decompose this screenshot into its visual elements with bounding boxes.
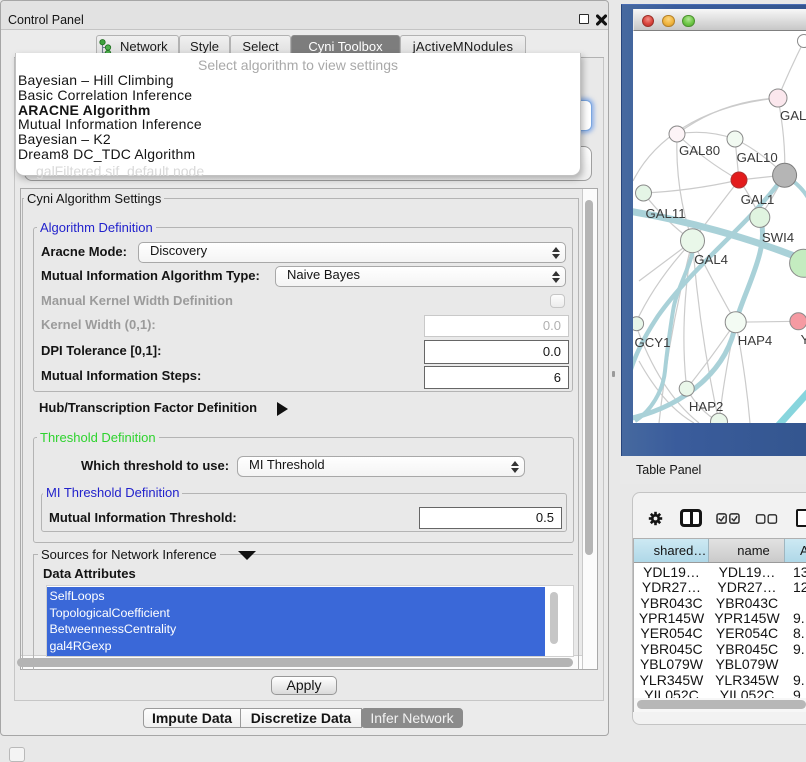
svg-text:GAL11: GAL11 [646, 206, 686, 221]
svg-text:GCY1: GCY1 [635, 335, 671, 350]
svg-text:GAL10: GAL10 [737, 150, 778, 165]
svg-text:SWI4: SWI4 [762, 230, 794, 245]
svg-text:Y: Y [801, 332, 806, 347]
svg-text:GAL4: GAL4 [694, 252, 728, 267]
svg-text:GAL80: GAL80 [679, 143, 720, 158]
svg-text:HAP2: HAP2 [689, 399, 723, 414]
svg-text:GAL1: GAL1 [741, 192, 775, 207]
svg-text:HAP4: HAP4 [738, 333, 772, 348]
svg-text:GAL7: GAL7 [780, 108, 806, 123]
